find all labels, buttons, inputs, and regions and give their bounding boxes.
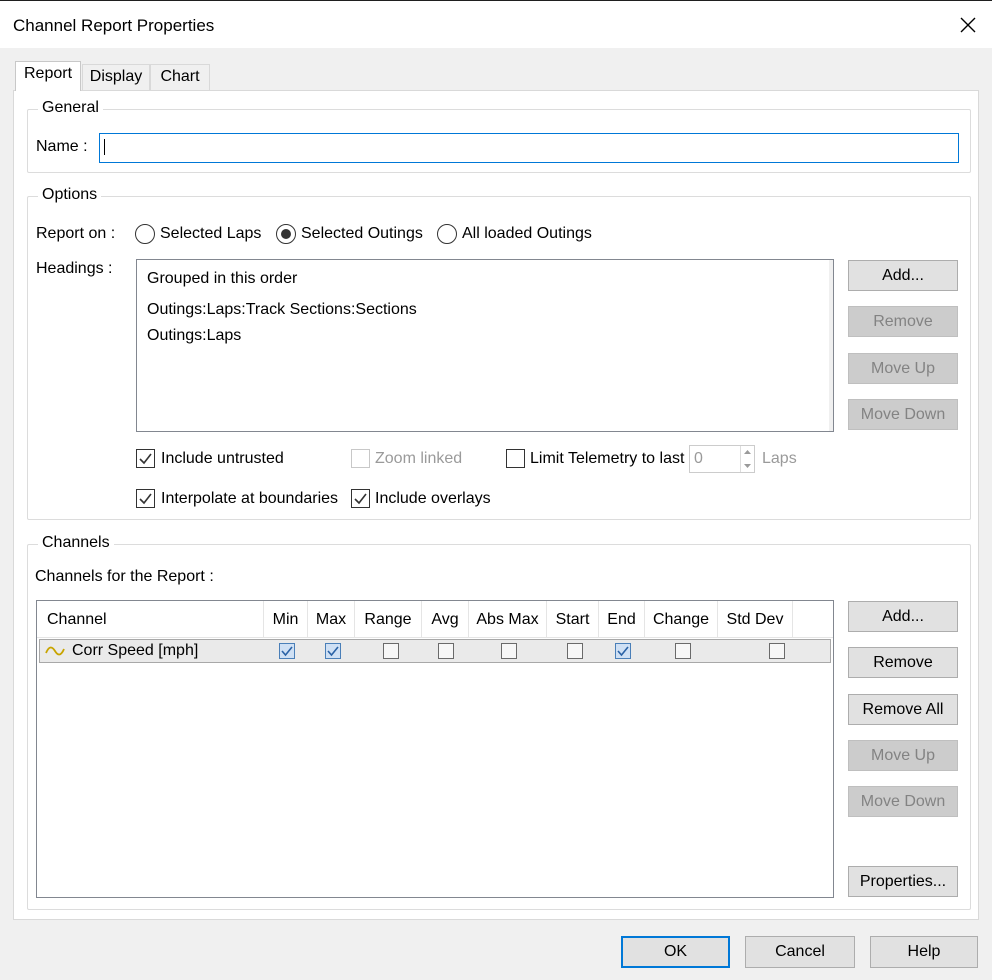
radio-selected-outings-label[interactable]: Selected Outings xyxy=(301,225,423,243)
laps-unit-label: Laps xyxy=(762,450,797,467)
tab-report-label: Report xyxy=(23,65,73,82)
tab-chart[interactable]: Chart xyxy=(150,64,210,90)
column-header-channel[interactable]: Channel xyxy=(37,601,264,638)
waveform-icon xyxy=(45,644,65,663)
include-overlays-checkbox[interactable] xyxy=(351,489,370,508)
end-checkbox[interactable] xyxy=(615,643,631,659)
column-header-start[interactable]: Start xyxy=(547,601,599,638)
report-tab-panel: General Name : Options Report on : Selec… xyxy=(13,90,979,920)
change-checkbox[interactable] xyxy=(675,643,691,659)
headings-title: Grouped in this order xyxy=(147,270,298,287)
headings-item[interactable]: Outings:Laps xyxy=(147,327,241,345)
column-header-avg[interactable]: Avg xyxy=(422,601,469,638)
limit-telemetry-label[interactable]: Limit Telemetry to last xyxy=(530,450,684,468)
include-untrusted-checkbox[interactable] xyxy=(136,449,155,468)
name-input[interactable] xyxy=(99,133,959,163)
include-untrusted-label[interactable]: Include untrusted xyxy=(161,450,284,468)
channels-grid[interactable]: Channel Min Max Range Avg Abs Max Start … xyxy=(36,600,834,898)
general-group: General Name : xyxy=(27,99,971,173)
options-group: Options Report on : Selected Laps Select… xyxy=(27,186,971,520)
laps-spinner-value: 0 xyxy=(694,450,703,467)
channels-move-down-button[interactable]: Move Down xyxy=(848,786,958,817)
radio-selected-outings[interactable] xyxy=(276,224,296,244)
column-header-change[interactable]: Change xyxy=(645,601,718,638)
ok-button[interactable]: OK xyxy=(621,936,730,968)
abs-max-checkbox[interactable] xyxy=(501,643,517,659)
column-header-max[interactable]: Max xyxy=(308,601,355,638)
cancel-button[interactable]: Cancel xyxy=(745,936,855,968)
column-header-range[interactable]: Range xyxy=(355,601,422,638)
text-caret xyxy=(104,139,105,155)
zoom-linked-label[interactable]: Zoom linked xyxy=(375,450,462,468)
start-checkbox[interactable] xyxy=(567,643,583,659)
channels-add-button[interactable]: Add... xyxy=(848,601,958,632)
scrollbar-track[interactable] xyxy=(829,260,833,431)
include-overlays-label[interactable]: Include overlays xyxy=(375,490,491,508)
spinner-down-icon[interactable] xyxy=(740,459,754,472)
zoom-linked-checkbox[interactable] xyxy=(351,449,370,468)
headings-listbox[interactable]: Grouped in this order Outings:Laps:Track… xyxy=(136,259,834,432)
general-legend: General xyxy=(38,99,103,117)
radio-all-loaded-outings-label[interactable]: All loaded Outings xyxy=(462,225,592,243)
headings-move-down-button[interactable]: Move Down xyxy=(848,399,958,430)
close-icon[interactable] xyxy=(958,15,978,35)
window-title: Channel Report Properties xyxy=(13,16,215,35)
channels-legend: Channels xyxy=(38,534,114,552)
title-bar: Channel Report Properties xyxy=(0,0,992,48)
help-button[interactable]: Help xyxy=(870,936,978,968)
channels-group: Channels Channels for the Report : Chann… xyxy=(27,534,971,910)
headings-remove-button[interactable]: Remove xyxy=(848,306,958,337)
avg-checkbox[interactable] xyxy=(438,643,454,659)
table-row[interactable]: Corr Speed [mph] xyxy=(39,639,831,663)
channels-for-report-label: Channels for the Report : xyxy=(35,568,214,585)
channels-remove-button[interactable]: Remove xyxy=(848,647,958,678)
radio-selected-laps-label[interactable]: Selected Laps xyxy=(160,225,261,243)
column-header-std-dev[interactable]: Std Dev xyxy=(718,601,793,638)
options-legend: Options xyxy=(38,186,102,204)
grid-header: Channel Min Max Range Avg Abs Max Start … xyxy=(37,601,833,638)
tab-display-label: Display xyxy=(89,68,143,85)
channel-name: Corr Speed [mph] xyxy=(72,642,199,659)
headings-move-up-button[interactable]: Move Up xyxy=(848,353,958,384)
max-checkbox[interactable] xyxy=(325,643,341,659)
headings-label: Headings : xyxy=(36,260,113,277)
column-header-abs-max[interactable]: Abs Max xyxy=(469,601,547,638)
channels-move-up-button[interactable]: Move Up xyxy=(848,740,958,771)
limit-telemetry-checkbox[interactable] xyxy=(506,449,525,468)
headings-item[interactable]: Outings:Laps:Track Sections:Sections xyxy=(147,301,417,319)
radio-selected-laps[interactable] xyxy=(135,224,155,244)
std-dev-checkbox[interactable] xyxy=(769,643,785,659)
name-label: Name : xyxy=(36,138,88,155)
column-header-end[interactable]: End xyxy=(599,601,645,638)
tab-chart-label: Chart xyxy=(160,68,200,85)
spinner-up-icon[interactable] xyxy=(740,446,754,459)
tab-report[interactable]: Report xyxy=(15,61,81,91)
headings-add-button[interactable]: Add... xyxy=(848,260,958,291)
column-header-min[interactable]: Min xyxy=(264,601,308,638)
channels-remove-all-button[interactable]: Remove All xyxy=(848,694,958,725)
min-checkbox[interactable] xyxy=(279,643,295,659)
tab-display[interactable]: Display xyxy=(82,64,150,90)
channels-properties-button[interactable]: Properties... xyxy=(848,866,958,897)
interpolate-checkbox[interactable] xyxy=(136,489,155,508)
range-checkbox[interactable] xyxy=(383,643,399,659)
laps-spinner[interactable]: 0 xyxy=(689,445,755,473)
interpolate-label[interactable]: Interpolate at boundaries xyxy=(161,490,338,508)
report-on-label: Report on : xyxy=(36,225,116,242)
radio-all-loaded-outings[interactable] xyxy=(437,224,457,244)
